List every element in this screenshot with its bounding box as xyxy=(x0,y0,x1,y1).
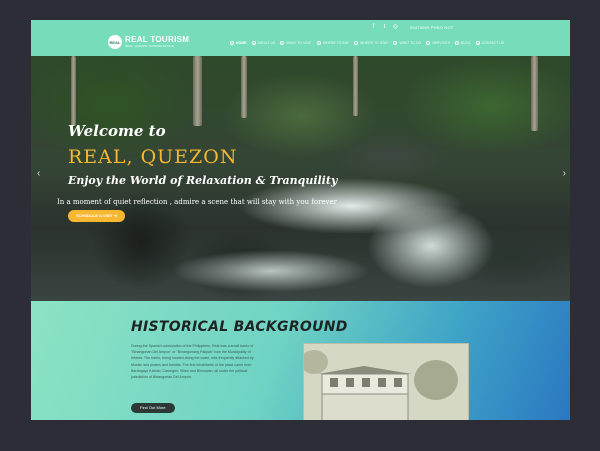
site-header: f t ◎ 09474059 PHNO NOT REAL REAL TOURIS… xyxy=(31,20,570,56)
main-nav: HOME ABOUT US WHAT TO VISIT WHERE TO EAT… xyxy=(230,41,504,45)
slider-prev-icon[interactable]: ‹ xyxy=(37,168,40,179)
home-icon xyxy=(230,41,234,45)
social-links: f t ◎ xyxy=(370,24,399,31)
nav-item-contact-us[interactable]: CONTACT US xyxy=(475,41,504,45)
bed-icon xyxy=(354,41,359,45)
nav-item-blog[interactable]: BLOG xyxy=(454,41,471,45)
hero-subline: In a moment of quiet reflection , admire… xyxy=(57,198,337,206)
site-logo[interactable]: REAL REAL TOURISM REAL, QUEZON TOURISM O… xyxy=(108,35,189,49)
blog-icon xyxy=(454,41,459,45)
twitter-icon[interactable]: t xyxy=(381,24,388,31)
nav-item-what-to-visit[interactable]: WHAT TO VISIT xyxy=(280,41,312,45)
tree-trunk xyxy=(531,56,538,131)
tree-trunk xyxy=(71,56,76,126)
hero-welcome: Welcome to xyxy=(68,122,166,140)
tree-trunk xyxy=(193,56,202,126)
phone-icon xyxy=(475,41,480,45)
logo-badge: REAL xyxy=(108,35,122,49)
tree-trunk xyxy=(353,56,358,116)
historical-house-photo xyxy=(303,343,469,420)
nav-item-home[interactable]: HOME xyxy=(230,41,247,45)
browser-viewport: f t ◎ 09474059 PHNO NOT REAL REAL TOURIS… xyxy=(31,20,570,420)
nav-item-where-to-stay[interactable]: WHERE TO STAY xyxy=(354,41,388,45)
utensils-icon xyxy=(316,41,321,45)
facebook-icon[interactable]: f xyxy=(370,24,377,31)
nav-item-services[interactable]: SERVICES xyxy=(426,41,450,45)
nav-item-what-to-do[interactable]: WHAT TO DO xyxy=(393,41,421,45)
instagram-icon[interactable]: ◎ xyxy=(392,24,399,31)
top-bar: f t ◎ 09474059 PHNO NOT xyxy=(370,24,570,34)
old-house-illustration xyxy=(304,344,468,420)
registry-number: 09474059 PHNO NOT xyxy=(410,25,454,30)
nav-item-about-us[interactable]: ABOUT US xyxy=(251,41,275,45)
hero-town-name: REAL, QUEZON xyxy=(68,146,238,168)
find-out-more-button[interactable]: Find Out More xyxy=(131,403,175,413)
tree-trunk xyxy=(241,56,247,118)
slider-next-icon[interactable]: › xyxy=(563,168,566,179)
schedule-visit-button[interactable]: SCHEDULE A VISIT ➜ xyxy=(68,210,126,222)
historical-background-section: HISTORICAL BACKGROUND During the Spanish… xyxy=(31,301,570,420)
section-title: HISTORICAL BACKGROUND xyxy=(131,319,348,335)
map-pin-icon xyxy=(280,41,285,45)
activity-icon xyxy=(393,41,398,45)
info-icon xyxy=(251,41,256,45)
section-body: During the Spanish colonization of the P… xyxy=(131,344,254,380)
nav-item-where-to-eat[interactable]: WHERE TO EAT xyxy=(316,41,349,45)
hero-slider: ‹ › Welcome to REAL, QUEZON Enjoy the Wo… xyxy=(31,56,570,301)
services-icon xyxy=(426,41,431,45)
logo-tagline: REAL, QUEZON TOURISM OFFICE xyxy=(125,43,174,48)
hero-tagline: Enjoy the World of Relaxation & Tranquil… xyxy=(68,174,338,187)
logo-title: REAL TOURISM xyxy=(125,34,190,44)
